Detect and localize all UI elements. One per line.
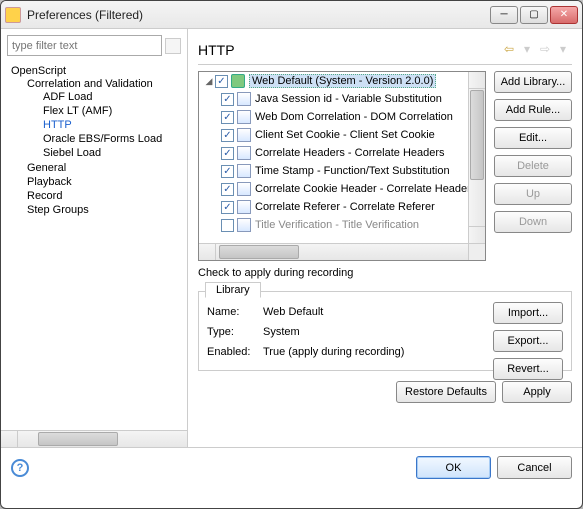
app-icon: [5, 7, 21, 23]
up-button[interactable]: Up: [494, 183, 572, 205]
scroll-corner: [468, 243, 485, 260]
titlebar[interactable]: Preferences (Filtered) ─ ▢ ✕: [1, 1, 582, 29]
rule-icon: [237, 218, 251, 232]
tree-item-general[interactable]: General: [27, 161, 187, 175]
restore-defaults-button[interactable]: Restore Defaults: [396, 381, 496, 403]
checkbox[interactable]: ✓: [221, 111, 234, 124]
checkbox[interactable]: ✓: [221, 201, 234, 214]
preferences-window: Preferences (Filtered) ─ ▢ ✕ OpenScript …: [0, 0, 583, 509]
rule-item[interactable]: ✓Time Stamp - Function/Text Substitution: [199, 162, 485, 180]
rule-icon: [237, 92, 251, 106]
tree-item-adf[interactable]: ADF Load: [43, 90, 187, 104]
name-label: Name:: [207, 306, 255, 318]
back-icon[interactable]: ⇦: [500, 42, 518, 58]
checkbox[interactable]: ✓: [215, 75, 228, 88]
rule-icon: [237, 182, 251, 196]
rule-root[interactable]: ◢ ✓ Web Default (System - Version 2.0.0): [199, 72, 485, 90]
library-group: Library Name:Web Default Type:System Ena…: [198, 291, 572, 371]
minimize-button[interactable]: ─: [490, 6, 518, 24]
clear-filter-button[interactable]: [165, 38, 181, 54]
rule-root-label: Web Default (System - Version 2.0.0): [249, 74, 436, 88]
forward-menu-icon[interactable]: ▾: [554, 42, 572, 58]
back-menu-icon[interactable]: ▾: [518, 42, 536, 58]
rule-icon: [237, 110, 251, 124]
type-value: System: [263, 326, 300, 338]
maximize-button[interactable]: ▢: [520, 6, 548, 24]
checkbox[interactable]: [221, 219, 234, 232]
rule-item[interactable]: ✓Correlate Cookie Header - Correlate Hea…: [199, 180, 485, 198]
checkbox[interactable]: ✓: [221, 165, 234, 178]
library-tab[interactable]: Library: [205, 282, 261, 298]
rule-item[interactable]: Title Verification - Title Verification: [199, 216, 485, 234]
rules-list[interactable]: ◢ ✓ Web Default (System - Version 2.0.0)…: [198, 71, 486, 261]
enabled-label: Enabled:: [207, 346, 255, 358]
enabled-value: True (apply during recording): [263, 346, 404, 358]
rule-item[interactable]: ✓Correlate Headers - Correlate Headers: [199, 144, 485, 162]
tree-item-siebel[interactable]: Siebel Load: [43, 146, 187, 160]
rule-item[interactable]: ✓Java Session id - Variable Substitution: [199, 90, 485, 108]
right-panel: HTTP ⇦▾ ⇨▾ ◢ ✓ Web Default (System: [188, 29, 582, 447]
edit-button[interactable]: Edit...: [494, 127, 572, 149]
tree-item-playback[interactable]: Playback: [27, 175, 187, 189]
rule-item[interactable]: ✓Web Dom Correlation - DOM Correlation: [199, 108, 485, 126]
page-title: HTTP: [198, 42, 500, 58]
rule-item[interactable]: ✓Correlate Referer - Correlate Referer: [199, 198, 485, 216]
export-button[interactable]: Export...: [493, 330, 563, 352]
close-button[interactable]: ✕: [550, 6, 578, 24]
preferences-tree[interactable]: OpenScript Correlation and Validation AD…: [1, 62, 187, 430]
name-value: Web Default: [263, 306, 323, 318]
library-icon: [231, 74, 245, 88]
tree-item-ebs[interactable]: Oracle EBS/Forms Load: [43, 132, 187, 146]
tree-item-correlation[interactable]: Correlation and Validation ADF Load Flex…: [27, 77, 187, 161]
list-hscrollbar[interactable]: [199, 243, 468, 260]
rule-icon: [237, 146, 251, 160]
apply-button[interactable]: Apply: [502, 381, 572, 403]
down-button[interactable]: Down: [494, 211, 572, 233]
cancel-button[interactable]: Cancel: [497, 456, 572, 479]
add-library-button[interactable]: Add Library...: [494, 71, 572, 93]
rule-icon: [237, 200, 251, 214]
rule-icon: [237, 128, 251, 142]
ok-button[interactable]: OK: [416, 456, 491, 479]
type-label: Type:: [207, 326, 255, 338]
checkbox[interactable]: ✓: [221, 147, 234, 160]
tree-item-flex[interactable]: Flex LT (AMF): [43, 104, 187, 118]
tree-item-openscript[interactable]: OpenScript Correlation and Validation AD…: [11, 64, 187, 218]
tree-item-stepgroups[interactable]: Step Groups: [27, 203, 187, 217]
import-button[interactable]: Import...: [493, 302, 563, 324]
checkbox[interactable]: ✓: [221, 93, 234, 106]
filter-input[interactable]: [7, 35, 162, 56]
forward-icon[interactable]: ⇨: [536, 42, 554, 58]
window-title: Preferences (Filtered): [27, 8, 490, 22]
revert-button[interactable]: Revert...: [493, 358, 563, 380]
tree-item-record[interactable]: Record: [27, 189, 187, 203]
delete-button[interactable]: Delete: [494, 155, 572, 177]
left-panel: OpenScript Correlation and Validation AD…: [1, 29, 188, 447]
list-vscrollbar[interactable]: [468, 72, 485, 243]
checkbox[interactable]: ✓: [221, 129, 234, 142]
checkbox[interactable]: ✓: [221, 183, 234, 196]
footer: ? OK Cancel: [1, 447, 582, 487]
rule-icon: [237, 164, 251, 178]
add-rule-button[interactable]: Add Rule...: [494, 99, 572, 121]
rule-item[interactable]: ✓Client Set Cookie - Client Set Cookie: [199, 126, 485, 144]
tree-hscrollbar[interactable]: [1, 430, 187, 447]
help-icon[interactable]: ?: [11, 459, 29, 477]
expand-icon[interactable]: ◢: [203, 76, 215, 87]
tree-item-http[interactable]: HTTP: [43, 118, 187, 132]
